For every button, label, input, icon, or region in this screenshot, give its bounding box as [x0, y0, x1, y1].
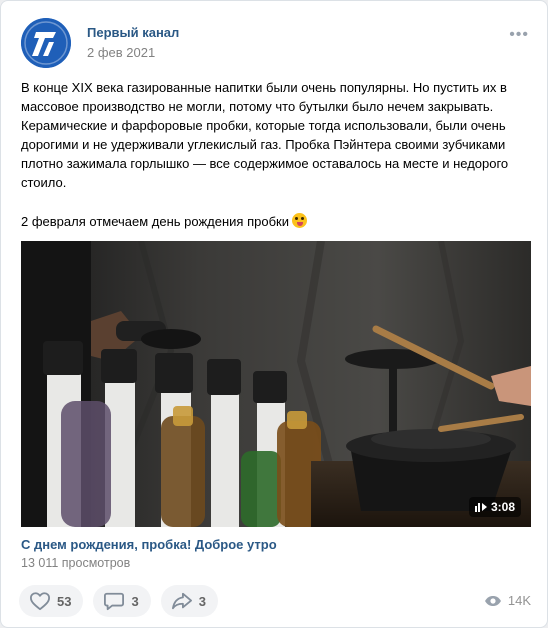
video-stats-icon [474, 503, 487, 512]
video-views: 13 011 просмотров [21, 556, 131, 570]
share-arrow-icon [171, 592, 192, 610]
comment-button[interactable]: 3 [93, 585, 151, 617]
post-text: В конце XIX века газированные напитки бы… [21, 80, 509, 190]
post-date[interactable]: 2 фев 2021 [87, 45, 155, 60]
channel-one-logo-icon [21, 18, 71, 68]
post-actions: 53 3 3 [19, 585, 218, 617]
share-button[interactable]: 3 [160, 585, 218, 617]
like-count: 53 [57, 593, 72, 609]
post-text-second-label: 2 февраля отмечаем день рождения пробки [21, 214, 289, 229]
post-text-second: 2 февраля отмечаем день рождения пробки [21, 212, 529, 231]
video-duration-text: 3:08 [490, 500, 515, 514]
heart-icon [29, 592, 50, 611]
author-name[interactable]: Первый канал [87, 25, 179, 40]
view-count-text: 14K [507, 593, 531, 608]
eye-icon [484, 595, 501, 606]
comment-count: 3 [131, 593, 139, 609]
more-horizontal-icon[interactable]: ••• [509, 27, 529, 43]
video-thumbnail [21, 241, 531, 527]
share-count: 3 [198, 593, 206, 609]
like-button[interactable]: 53 [19, 585, 84, 617]
comment-icon [104, 592, 125, 611]
channel-avatar[interactable] [21, 18, 71, 68]
video-duration: 3:08 [468, 497, 521, 517]
post-view-count: 14K [484, 593, 531, 608]
grinning-tongue-emoji-icon [291, 213, 307, 228]
video-player[interactable]: 3:08 [21, 241, 531, 527]
post-card: Первый канал 2 фев 2021 ••• В конце XIX … [0, 0, 548, 628]
video-title[interactable]: С днем рождения, пробка! Доброе утро [21, 537, 277, 552]
